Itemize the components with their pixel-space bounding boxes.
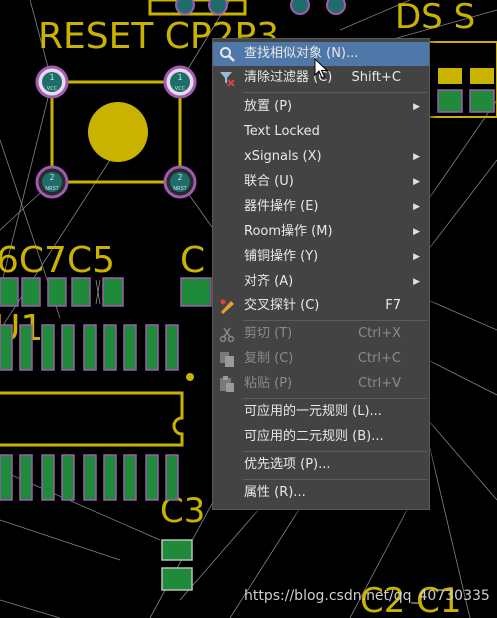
capacitor-c3[interactable] [161, 539, 193, 591]
right-component[interactable] [427, 41, 497, 118]
menu-item-cross-probe[interactable]: 交叉探针 (C) F7 [213, 294, 429, 318]
menu-item-copy[interactable]: 复制 (C) Ctrl+C [213, 347, 429, 371]
submenu-arrow-icon: ▶ [413, 202, 420, 212]
menu-separator [243, 320, 427, 321]
menu-item-label: 可应用的二元规则 (B)... [244, 429, 384, 444]
menu-item-label: Room操作 (M) [244, 224, 333, 239]
menu-item-label: Text Locked [244, 124, 320, 139]
menu-separator [243, 92, 427, 93]
context-menu: 查找相似对象 (N)... 清除过滤器 (C) Shift+C 放置 (P) ▶… [212, 38, 430, 510]
menu-item-label: 查找相似对象 (N)... [244, 46, 359, 61]
menu-item-text-locked[interactable]: Text Locked [213, 120, 429, 144]
menu-item-xsignals[interactable]: xSignals (X) ▶ [213, 145, 429, 169]
menu-item-label: xSignals (X) [244, 149, 322, 164]
menu-item-preferences[interactable]: 优先选项 (P)... [213, 453, 429, 477]
pad-net: VCC [175, 86, 186, 92]
capacitor-pad-grid [95, 279, 101, 305]
menu-item-label: 对齐 (A) [244, 274, 294, 289]
menu-item-paste[interactable]: 粘贴 (P) Ctrl+V [213, 372, 429, 396]
capacitor-pads [0, 277, 212, 307]
menu-item-shortcut: Shift+C [351, 70, 401, 85]
menu-item-shortcut: Ctrl+C [357, 351, 401, 366]
reset-switch-footprint[interactable]: 1 VCC 1 VCC 2 NRST 2 NRST [35, 65, 197, 199]
menu-item-label: 剪切 (T) [244, 326, 293, 341]
ic-u1-footprint[interactable] [0, 324, 194, 501]
submenu-arrow-icon: ▶ [413, 152, 420, 162]
pad-number: 1 [49, 73, 54, 82]
submenu-arrow-icon: ▶ [413, 252, 420, 262]
menu-item-label: 交叉探针 (C) [244, 298, 320, 313]
menu-item-label: 器件操作 (E) [244, 199, 319, 214]
menu-item-label: 放置 (P) [244, 99, 293, 114]
menu-item-label: 复制 (C) [244, 351, 294, 366]
menu-item-binary-rules[interactable]: 可应用的二元规则 (B)... [213, 425, 429, 449]
watermark: https://blog.csdn.net/qq_40730335 [244, 588, 490, 604]
search-icon [220, 47, 235, 62]
menu-item-label: 铺铜操作 (Y) [244, 249, 319, 264]
submenu-arrow-icon: ▶ [413, 277, 420, 287]
menu-item-union[interactable]: 联合 (U) ▶ [213, 170, 429, 194]
pad-number: 1 [177, 73, 182, 82]
menu-item-polygon-actions[interactable]: 铺铜操作 (Y) ▶ [213, 245, 429, 269]
scissors-icon [219, 327, 235, 342]
pad-1-topright: 1 VCC [163, 65, 197, 99]
cross-probe-icon [220, 299, 234, 314]
designator-caps: 6C7C5 [0, 240, 115, 281]
pad-net: VCC [47, 86, 58, 92]
menu-item-label: 粘贴 (P) [244, 376, 293, 391]
menu-item-properties[interactable]: 属性 (R)... [213, 481, 429, 505]
menu-item-label: 可应用的一元规则 (L)... [244, 404, 382, 419]
submenu-arrow-icon: ▶ [413, 227, 420, 237]
copy-icon [220, 352, 234, 367]
designator-c-partial: C [180, 240, 205, 281]
mouse-cursor-icon [314, 58, 328, 79]
pad-number: 2 [177, 173, 182, 182]
paste-icon [220, 376, 234, 392]
pad-net: NRST [45, 186, 59, 192]
menu-separator [243, 451, 427, 452]
menu-separator [243, 479, 427, 480]
menu-item-component-actions[interactable]: 器件操作 (E) ▶ [213, 195, 429, 219]
menu-item-label: 优先选项 (P)... [244, 457, 331, 472]
pad-2-bottomleft: 2 NRST [35, 165, 69, 199]
pad-net: NRST [173, 186, 187, 192]
menu-item-cut[interactable]: 剪切 (T) Ctrl+X [213, 322, 429, 346]
submenu-arrow-icon: ▶ [413, 177, 420, 187]
menu-separator [243, 398, 427, 399]
menu-item-shortcut: Ctrl+V [358, 376, 401, 391]
menu-item-place[interactable]: 放置 (P) ▶ [213, 95, 429, 119]
pad-2-bottomright: 2 NRST [163, 165, 197, 199]
clear-filter-icon [220, 72, 235, 86]
pad-1-topleft: 1 VCC [35, 65, 69, 99]
menu-item-align[interactable]: 对齐 (A) ▶ [213, 270, 429, 294]
submenu-arrow-icon: ▶ [413, 102, 420, 112]
menu-item-shortcut: F7 [385, 298, 401, 313]
pad-number: 2 [49, 173, 54, 182]
menu-item-label: 属性 (R)... [244, 485, 306, 500]
menu-item-label: 联合 (U) [244, 174, 294, 189]
menu-item-shortcut: Ctrl+X [358, 326, 401, 341]
top-pads [148, 0, 346, 16]
designator-top-right: DS S [395, 0, 475, 37]
menu-item-room-actions[interactable]: Room操作 (M) ▶ [213, 220, 429, 244]
menu-item-unary-rules[interactable]: 可应用的一元规则 (L)... [213, 400, 429, 424]
